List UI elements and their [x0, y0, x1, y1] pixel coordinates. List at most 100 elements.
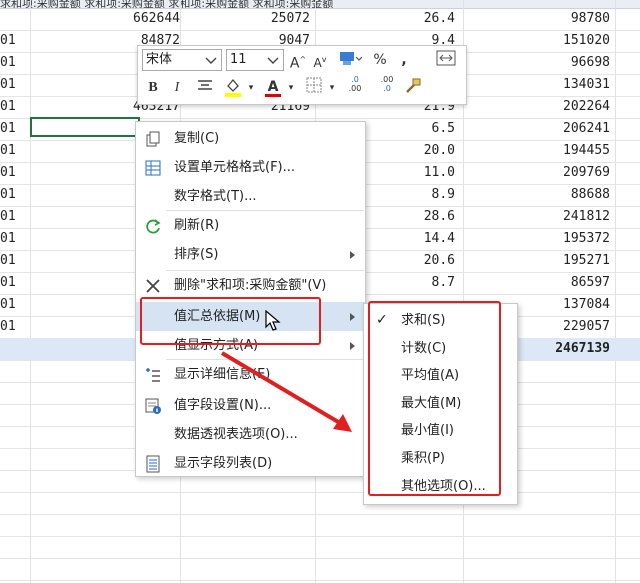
context-menu-item[interactable]: 复制(C)	[136, 124, 365, 153]
percent-button[interactable]: %	[368, 49, 392, 71]
context-menu-item-label: 数据透视表选项(O)...	[174, 427, 298, 442]
menu-separator	[166, 359, 364, 360]
italic-label: I	[174, 80, 180, 95]
font-name-dropdown[interactable]: 宋体	[142, 49, 222, 71]
empty-row	[0, 558, 640, 581]
context-menu-item-label: 删除"求和项:采购金额"(V)	[174, 278, 327, 293]
context-menu-item-label: 设置单元格格式(F)...	[174, 160, 296, 175]
selected-cell[interactable]	[30, 117, 140, 137]
align-center-icon	[198, 80, 212, 90]
table-cell[interactable]: 241812	[470, 206, 610, 228]
increase-decimal-button[interactable]: .0 .00	[342, 75, 368, 97]
context-menu-item[interactable]: 排序(S)	[136, 240, 365, 269]
italic-button[interactable]: I	[168, 77, 186, 99]
chevron-right-icon	[350, 251, 355, 259]
table-cell[interactable]: 195271	[470, 250, 610, 272]
table-cell[interactable]: 25072	[180, 8, 310, 30]
table-cell[interactable]: 88688	[470, 184, 610, 206]
context-menu-item[interactable]: 刷新(R)	[136, 211, 365, 240]
refresh-icon	[146, 219, 161, 234]
empty-row	[0, 492, 640, 515]
format-painter-icon	[406, 78, 421, 93]
table-cell[interactable]: 01	[0, 52, 30, 74]
table-cell[interactable]: 01	[0, 140, 30, 162]
table-cell[interactable]: 26.4	[330, 8, 455, 30]
context-menu-item-label: 数字格式(T)...	[174, 189, 257, 204]
table-cell[interactable]: 662644	[60, 8, 180, 30]
show-details-icon	[146, 368, 160, 382]
table-cell[interactable]: 01	[0, 206, 30, 228]
borders-button[interactable]	[303, 77, 325, 99]
context-menu-item[interactable]: 值字段设置(N)...	[136, 391, 365, 420]
chevron-down-icon	[205, 57, 217, 64]
borders-dropdown[interactable]: ▾	[327, 77, 337, 99]
table-cell[interactable]: 01	[0, 316, 30, 338]
table-cell[interactable]: 01	[0, 184, 30, 206]
font-color-label: A	[267, 79, 279, 95]
bold-button[interactable]: B	[144, 77, 162, 99]
context-menu-item[interactable]: 显示详细信息(E)	[136, 360, 365, 389]
font-size-value: 11	[230, 52, 247, 67]
chevron-right-icon	[350, 313, 355, 321]
copy-icon	[146, 131, 160, 147]
mouse-cursor-icon	[265, 310, 281, 331]
context-menu-item[interactable]: 数字格式(T)...	[136, 182, 365, 211]
shrink-font-button[interactable]: Av	[310, 49, 330, 71]
table-cell[interactable]: 01	[0, 294, 30, 316]
table-cell[interactable]: 98780	[470, 8, 610, 30]
table-cell[interactable]: 151020	[470, 30, 610, 52]
table-cell[interactable]: 86597	[470, 272, 610, 294]
bold-label: B	[148, 80, 158, 95]
table-cell[interactable]: 202264	[470, 96, 610, 118]
table-cell[interactable]: 209769	[470, 162, 610, 184]
font-color-button[interactable]: A	[262, 76, 284, 98]
wrap-text-button[interactable]	[434, 49, 458, 71]
context-menu-item-label: 排序(S)	[174, 247, 219, 262]
empty-row	[0, 536, 640, 559]
format-painter-button[interactable]	[402, 77, 424, 99]
grow-font-button[interactable]: A^	[288, 49, 308, 72]
table-cell[interactable]: 01	[0, 228, 30, 250]
context-menu-item-label: 刷新(R)	[174, 218, 220, 233]
table-cell[interactable]: 194455	[470, 140, 610, 162]
accounting-format-icon	[340, 52, 363, 65]
fill-bucket-icon	[225, 78, 241, 97]
table-cell[interactable]: 96698	[470, 52, 610, 74]
table-cell[interactable]: 134031	[470, 74, 610, 96]
decrease-decimal-button[interactable]: .00 .0	[374, 75, 400, 97]
context-menu-item[interactable]: 显示字段列表(D)	[136, 449, 365, 478]
context-menu-item[interactable]: 数据透视表选项(O)...	[136, 420, 365, 449]
comma-label: ,	[401, 52, 407, 68]
font-color-dropdown[interactable]: ▾	[286, 77, 296, 99]
percent-label: %	[373, 52, 387, 68]
fill-color-dropdown[interactable]: ▾	[246, 77, 256, 99]
field-settings-icon	[145, 398, 161, 414]
annotation-box-submenu	[368, 301, 501, 496]
menu-separator	[166, 210, 364, 211]
table-cell[interactable]: 01	[0, 118, 30, 140]
table-cell[interactable]	[0, 8, 30, 30]
comma-style-button[interactable]: ,	[394, 49, 414, 71]
annotation-box-menu-item	[140, 297, 321, 345]
table-cell[interactable]: 01	[0, 162, 30, 184]
accounting-format-button[interactable]	[335, 49, 365, 71]
empty-row	[0, 514, 640, 537]
total-cell[interactable]	[0, 338, 30, 360]
context-menu-item-label: 显示详细信息(E)	[174, 367, 271, 382]
table-cell[interactable]: 01	[0, 272, 30, 294]
context-menu-item[interactable]: 设置单元格格式(F)...	[136, 153, 365, 182]
context-menu-item[interactable]: 删除"求和项:采购金额"(V)	[136, 271, 365, 300]
wrap-text-icon	[436, 50, 456, 66]
table-cell[interactable]: 206241	[470, 118, 610, 140]
decrease-decimal-label-top: .00	[380, 75, 394, 84]
menu-separator	[166, 270, 364, 271]
align-center-button[interactable]	[194, 77, 216, 99]
table-cell[interactable]: 195372	[470, 228, 610, 250]
field-list-icon	[146, 455, 160, 473]
table-cell[interactable]: 01	[0, 96, 30, 118]
table-cell[interactable]: 01	[0, 74, 30, 96]
table-cell[interactable]: 01	[0, 250, 30, 272]
table-cell[interactable]: 01	[0, 30, 30, 52]
fill-color-button[interactable]	[222, 77, 244, 99]
font-size-dropdown[interactable]: 11	[226, 49, 284, 71]
